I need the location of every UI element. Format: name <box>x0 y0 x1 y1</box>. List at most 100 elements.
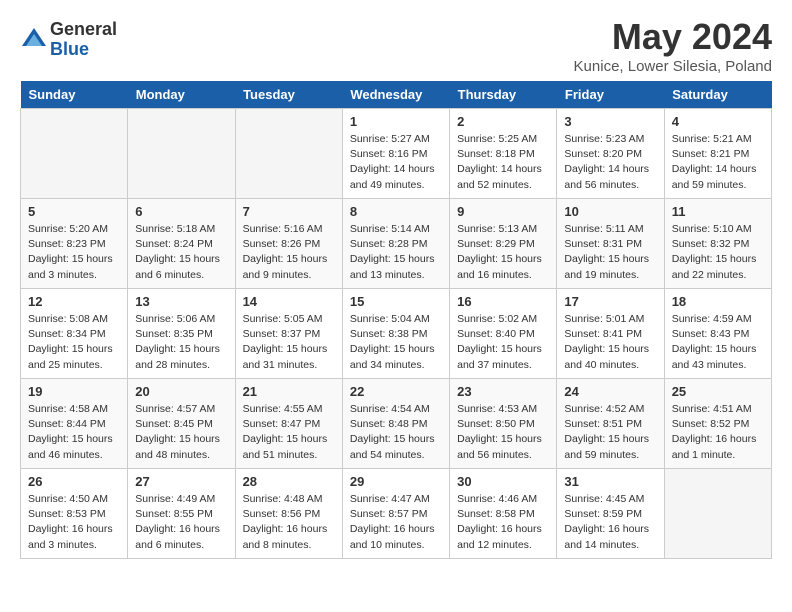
calendar-cell: 14 Sunrise: 5:05 AMSunset: 8:37 PMDayligh… <box>235 289 342 379</box>
day-number: 21 <box>243 384 335 399</box>
calendar-cell: 19Sunrise: 4:58 AMSunset: 8:44 PMDayligh… <box>21 379 128 469</box>
day-number: 18 <box>672 294 764 309</box>
day-info: Sunrise: 4:49 AMSunset: 8:55 PMDaylight:… <box>135 492 227 553</box>
weekday-header-sunday: Sunday <box>21 81 128 109</box>
day-number: 20 <box>135 384 227 399</box>
calendar-cell: 29 Sunrise: 4:47 AMSunset: 8:57 PMDayligh… <box>342 469 449 559</box>
calendar-cell: 15Sunrise: 5:04 AMSunset: 8:38 PMDayligh… <box>342 289 449 379</box>
day-number: 16 <box>457 294 549 309</box>
weekday-header-thursday: Thursday <box>450 81 557 109</box>
calendar-cell: 24Sunrise: 4:52 AMSunset: 8:51 PMDayligh… <box>557 379 664 469</box>
weekday-header-row: SundayMondayTuesdayWednesdayThursdayFrid… <box>21 81 772 109</box>
logo-icon <box>20 26 48 54</box>
week-row-3: 19Sunrise: 4:58 AMSunset: 8:44 PMDayligh… <box>21 379 772 469</box>
calendar-cell: 18 Sunrise: 4:59 AMSunset: 8:43 PMDayligh… <box>664 289 771 379</box>
day-info: Sunrise: 5:05 AMSunset: 8:37 PMDaylight:… <box>243 312 335 373</box>
logo-blue-text: Blue <box>50 40 117 60</box>
calendar-cell: 9Sunrise: 5:13 AMSunset: 8:29 PMDaylight… <box>450 199 557 289</box>
day-number: 28 <box>243 474 335 489</box>
month-title: May 2024 <box>574 16 772 58</box>
day-info: Sunrise: 5:06 AMSunset: 8:35 PMDaylight:… <box>135 312 227 373</box>
week-row-2: 12Sunrise: 5:08 AMSunset: 8:34 PMDayligh… <box>21 289 772 379</box>
day-info: Sunrise: 4:59 AMSunset: 8:43 PMDaylight:… <box>672 312 764 373</box>
day-info: Sunrise: 4:51 AMSunset: 8:52 PMDaylight:… <box>672 402 764 463</box>
weekday-header-wednesday: Wednesday <box>342 81 449 109</box>
day-number: 3 <box>564 114 656 129</box>
day-number: 7 <box>243 204 335 219</box>
day-number: 15 <box>350 294 442 309</box>
day-info: Sunrise: 5:10 AMSunset: 8:32 PMDaylight:… <box>672 222 764 283</box>
day-info: Sunrise: 5:11 AMSunset: 8:31 PMDaylight:… <box>564 222 656 283</box>
title-area: May 2024 Kunice, Lower Silesia, Poland <box>574 16 772 75</box>
day-info: Sunrise: 4:54 AMSunset: 8:48 PMDaylight:… <box>350 402 442 463</box>
calendar-cell: 26 Sunrise: 4:50 AMSunset: 8:53 PMDayligh… <box>21 469 128 559</box>
calendar-cell: 16Sunrise: 5:02 AMSunset: 8:40 PMDayligh… <box>450 289 557 379</box>
day-number: 25 <box>672 384 764 399</box>
day-info: Sunrise: 5:27 AMSunset: 8:16 PMDaylight:… <box>350 132 442 193</box>
day-number: 31 <box>564 474 656 489</box>
day-number: 10 <box>564 204 656 219</box>
calendar-cell: 7 Sunrise: 5:16 AMSunset: 8:26 PMDaylight… <box>235 199 342 289</box>
location-title: Kunice, Lower Silesia, Poland <box>574 58 772 75</box>
header: General Blue May 2024 Kunice, Lower Sile… <box>20 16 772 75</box>
calendar-cell: 1 Sunrise: 5:27 AMSunset: 8:16 PMDaylight… <box>342 109 449 199</box>
day-number: 27 <box>135 474 227 489</box>
day-number: 4 <box>672 114 764 129</box>
calendar-cell <box>128 109 235 199</box>
day-number: 22 <box>350 384 442 399</box>
calendar-cell: 4 Sunrise: 5:21 AMSunset: 8:21 PMDaylight… <box>664 109 771 199</box>
calendar-cell <box>664 469 771 559</box>
calendar-cell: 25 Sunrise: 4:51 AMSunset: 8:52 PMDayligh… <box>664 379 771 469</box>
day-number: 8 <box>350 204 442 219</box>
day-info: Sunrise: 5:23 AMSunset: 8:20 PMDaylight:… <box>564 132 656 193</box>
calendar-cell: 31Sunrise: 4:45 AMSunset: 8:59 PMDayligh… <box>557 469 664 559</box>
calendar-cell: 3 Sunrise: 5:23 AMSunset: 8:20 PMDaylight… <box>557 109 664 199</box>
day-number: 6 <box>135 204 227 219</box>
calendar-cell: 27 Sunrise: 4:49 AMSunset: 8:55 PMDayligh… <box>128 469 235 559</box>
week-row-1: 5 Sunrise: 5:20 AMSunset: 8:23 PMDaylight… <box>21 199 772 289</box>
day-info: Sunrise: 5:13 AMSunset: 8:29 PMDaylight:… <box>457 222 549 283</box>
day-info: Sunrise: 4:55 AMSunset: 8:47 PMDaylight:… <box>243 402 335 463</box>
calendar-table: SundayMondayTuesdayWednesdayThursdayFrid… <box>20 81 772 559</box>
day-info: Sunrise: 5:16 AMSunset: 8:26 PMDaylight:… <box>243 222 335 283</box>
weekday-header-saturday: Saturday <box>664 81 771 109</box>
day-info: Sunrise: 5:21 AMSunset: 8:21 PMDaylight:… <box>672 132 764 193</box>
day-number: 13 <box>135 294 227 309</box>
calendar-cell: 21 Sunrise: 4:55 AMSunset: 8:47 PMDayligh… <box>235 379 342 469</box>
calendar-cell: 30Sunrise: 4:46 AMSunset: 8:58 PMDayligh… <box>450 469 557 559</box>
calendar-cell: 22 Sunrise: 4:54 AMSunset: 8:48 PMDayligh… <box>342 379 449 469</box>
day-number: 5 <box>28 204 120 219</box>
day-info: Sunrise: 4:50 AMSunset: 8:53 PMDaylight:… <box>28 492 120 553</box>
calendar-cell: 17 Sunrise: 5:01 AMSunset: 8:41 PMDayligh… <box>557 289 664 379</box>
day-number: 2 <box>457 114 549 129</box>
calendar-cell: 20Sunrise: 4:57 AMSunset: 8:45 PMDayligh… <box>128 379 235 469</box>
weekday-header-monday: Monday <box>128 81 235 109</box>
calendar-cell: 5 Sunrise: 5:20 AMSunset: 8:23 PMDaylight… <box>21 199 128 289</box>
day-info: Sunrise: 4:47 AMSunset: 8:57 PMDaylight:… <box>350 492 442 553</box>
day-number: 30 <box>457 474 549 489</box>
day-info: Sunrise: 4:48 AMSunset: 8:56 PMDaylight:… <box>243 492 335 553</box>
day-info: Sunrise: 5:20 AMSunset: 8:23 PMDaylight:… <box>28 222 120 283</box>
week-row-0: 1 Sunrise: 5:27 AMSunset: 8:16 PMDaylight… <box>21 109 772 199</box>
day-info: Sunrise: 5:25 AMSunset: 8:18 PMDaylight:… <box>457 132 549 193</box>
day-number: 23 <box>457 384 549 399</box>
day-number: 14 <box>243 294 335 309</box>
day-info: Sunrise: 4:58 AMSunset: 8:44 PMDaylight:… <box>28 402 120 463</box>
day-number: 29 <box>350 474 442 489</box>
calendar-cell: 2 Sunrise: 5:25 AMSunset: 8:18 PMDaylight… <box>450 109 557 199</box>
day-number: 12 <box>28 294 120 309</box>
logo: General Blue <box>20 20 117 60</box>
day-info: Sunrise: 5:18 AMSunset: 8:24 PMDaylight:… <box>135 222 227 283</box>
logo-general-text: General <box>50 20 117 40</box>
week-row-4: 26 Sunrise: 4:50 AMSunset: 8:53 PMDayligh… <box>21 469 772 559</box>
calendar-cell: 23Sunrise: 4:53 AMSunset: 8:50 PMDayligh… <box>450 379 557 469</box>
day-number: 26 <box>28 474 120 489</box>
calendar-cell: 12Sunrise: 5:08 AMSunset: 8:34 PMDayligh… <box>21 289 128 379</box>
day-number: 1 <box>350 114 442 129</box>
day-number: 24 <box>564 384 656 399</box>
day-number: 17 <box>564 294 656 309</box>
calendar-cell: 10 Sunrise: 5:11 AMSunset: 8:31 PMDayligh… <box>557 199 664 289</box>
calendar-cell: 6 Sunrise: 5:18 AMSunset: 8:24 PMDaylight… <box>128 199 235 289</box>
day-info: Sunrise: 5:01 AMSunset: 8:41 PMDaylight:… <box>564 312 656 373</box>
calendar-cell: 28 Sunrise: 4:48 AMSunset: 8:56 PMDayligh… <box>235 469 342 559</box>
